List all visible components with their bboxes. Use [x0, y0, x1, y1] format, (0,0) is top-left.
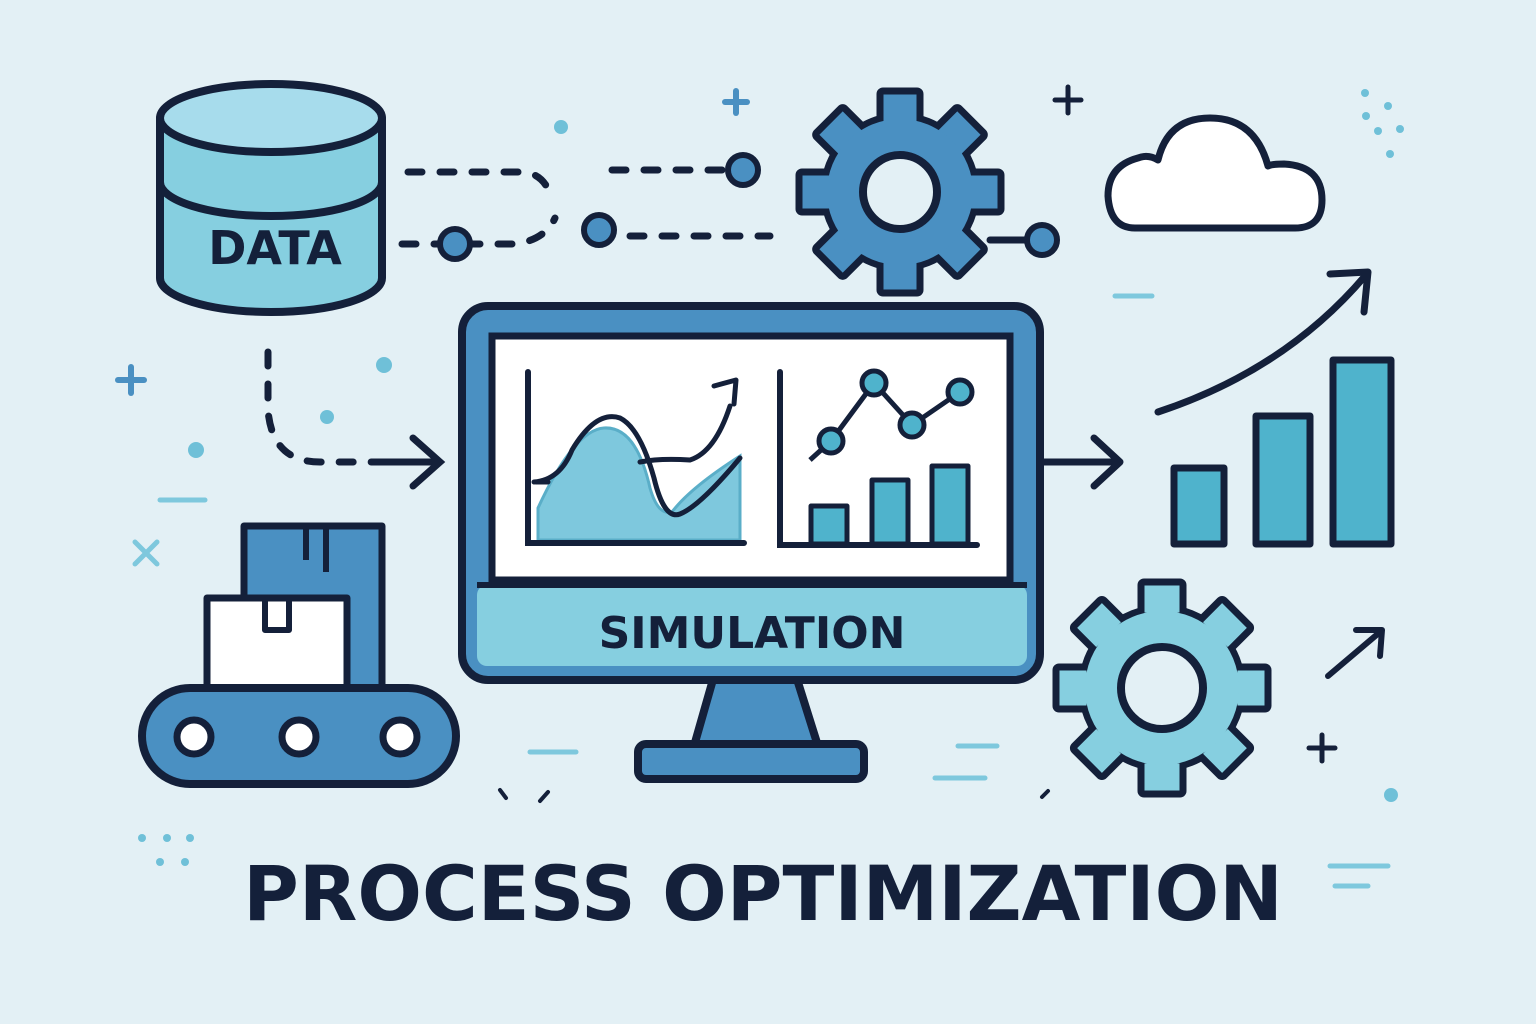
- database-label: DATA: [208, 221, 342, 275]
- monitor-label: SIMULATION: [599, 608, 906, 659]
- database-icon: DATA: [156, 80, 386, 316]
- output-arrow: [1036, 434, 1124, 490]
- box-icon: [203, 594, 351, 696]
- small-trend-arrow-icon: [1325, 627, 1385, 679]
- monitor-icon: SIMULATION: [458, 302, 1044, 783]
- gear-icon: [1052, 578, 1272, 798]
- process-optimization-illustration: DATA SIMULATION PROCESS OPTIMIZATION: [0, 0, 1536, 1024]
- conveyor-belt-icon: [138, 522, 460, 788]
- bar-chart-icon: [1170, 356, 1395, 548]
- page-title: PROCESS OPTIMIZATION: [243, 849, 1283, 938]
- gear-icon: [795, 87, 1005, 297]
- cloud-icon: [1104, 114, 1326, 232]
